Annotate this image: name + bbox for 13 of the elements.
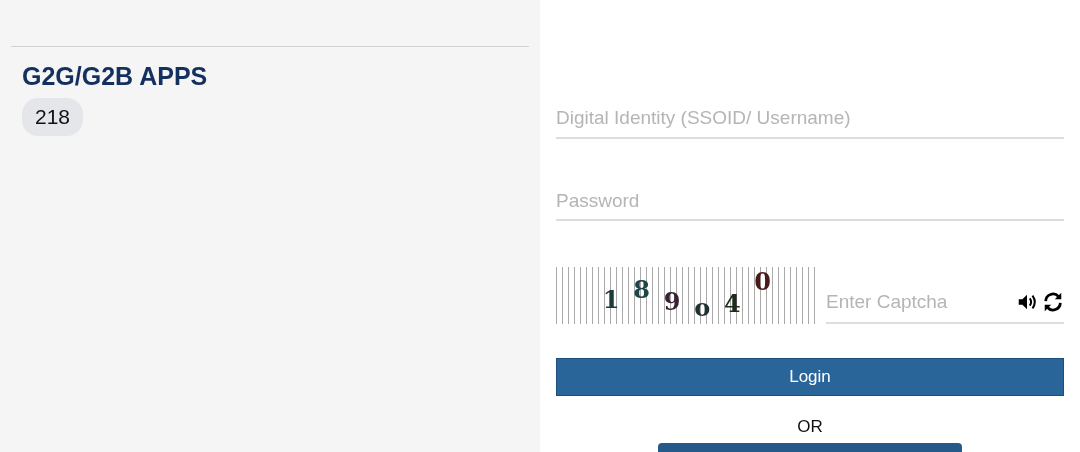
username-field[interactable]: Digital Identity (SSOID/ Username) [556, 100, 1064, 139]
captcha-character: 1 [602, 283, 620, 316]
captcha-character: 8 [633, 273, 650, 306]
section-title: G2G/G2B APPS [22, 61, 209, 91]
app-count: 218 [22, 98, 84, 136]
password-field[interactable]: Password [556, 182, 1064, 221]
login-button[interactable]: Login [556, 358, 1064, 396]
captcha-character: 4 [723, 287, 741, 320]
separator-text: OR [797, 416, 823, 436]
captcha-character: 9 [663, 285, 681, 318]
captcha-character: 0 [754, 265, 772, 298]
captcha-character: o [694, 291, 711, 324]
captcha-field[interactable]: Enter Captcha [825, 283, 1016, 320]
